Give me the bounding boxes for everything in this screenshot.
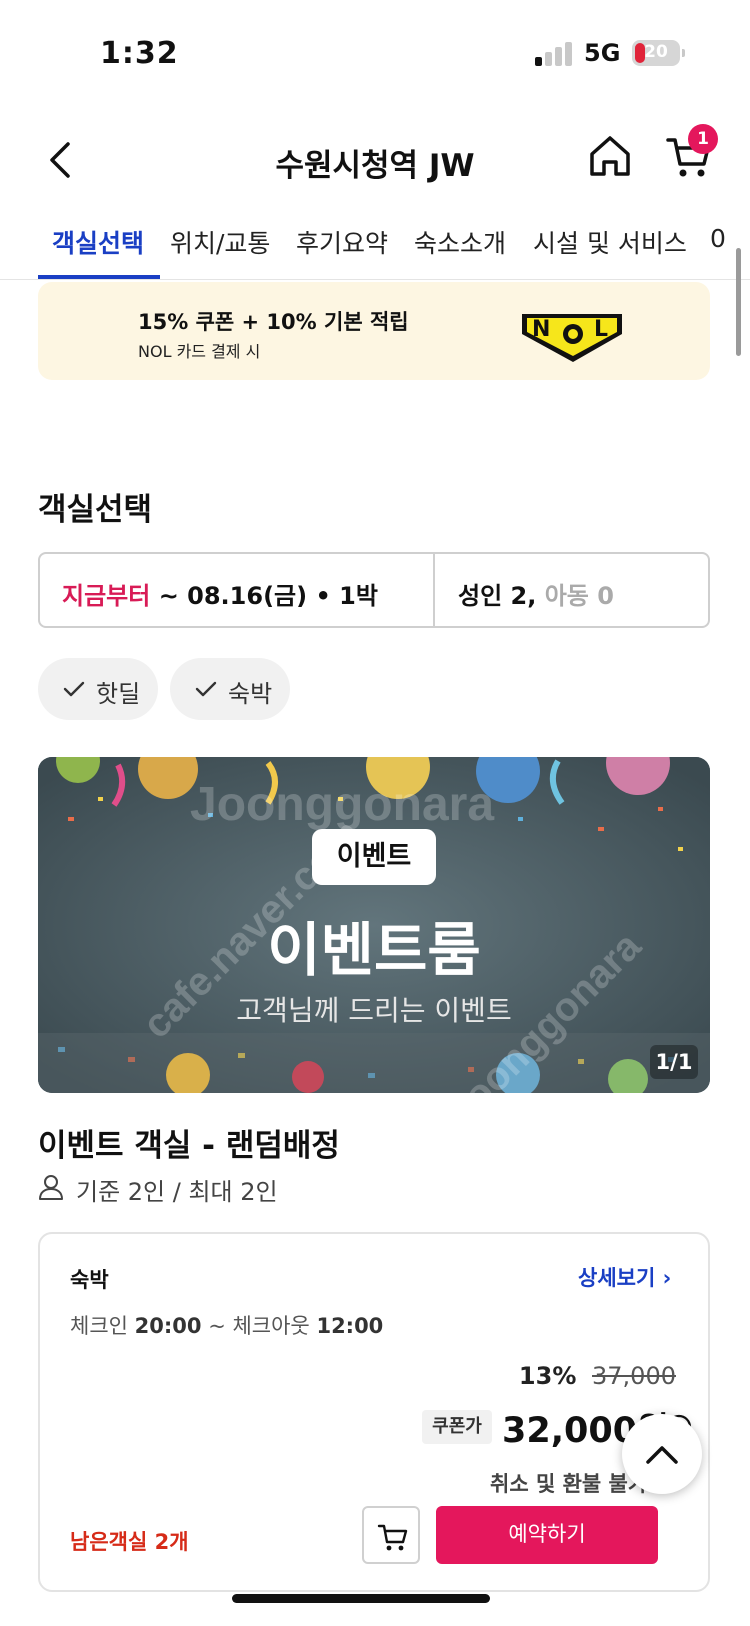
room-name: 이벤트 객실 - 랜덤배정 — [38, 1128, 340, 1164]
rate-card: 숙박 상세보기 › 체크인 20:00 ~ 체크아웃 12:00 13% 37,… — [38, 1232, 710, 1592]
discount-row: 13% 37,000 — [519, 1362, 676, 1390]
active-tab-indicator — [38, 275, 160, 279]
add-to-cart-button[interactable] — [362, 1506, 420, 1564]
discount-percent: 13% — [518, 1362, 577, 1390]
guest-selector[interactable]: 성인 2, 아동 0 — [458, 576, 614, 611]
refund-policy-note: 취소 및 환불 불가 — [490, 1472, 648, 1496]
tab-location[interactable]: 위치/교통 — [170, 224, 270, 260]
date-guest-selector[interactable]: 지금부터 ~ 08.16(금) • 1박 성인 2, 아동 0 — [38, 552, 710, 628]
promo-banner[interactable]: 15% 쿠폰 + 10% 기본 적립 NOL 카드 결제 시 N L — [38, 282, 710, 380]
event-subtitle: 고객님께 드리는 이벤트 — [236, 994, 512, 1027]
nol-logo: N L — [522, 314, 622, 362]
event-title: 이벤트룸 — [267, 916, 481, 984]
home-button[interactable] — [588, 132, 632, 180]
image-counter: 1/1 — [650, 1045, 698, 1079]
battery-icon: 20 — [632, 40, 685, 66]
check-icon — [195, 681, 217, 697]
room-image-carousel[interactable]: Joonggonara cafe.naver.com Joonggonara 이… — [38, 757, 710, 1093]
battery-level: 20 — [644, 42, 668, 62]
event-badge: 이벤트 — [312, 829, 436, 885]
header: 수원시청역 JW — [0, 110, 750, 210]
section-title: 객실선택 — [38, 492, 153, 528]
filter-chip-label: 숙박 — [228, 680, 273, 708]
tab-room-select[interactable]: 객실선택 — [52, 224, 144, 260]
person-icon — [39, 1175, 63, 1200]
rooms-left: 남은객실 2개 — [70, 1530, 189, 1554]
scrollbar[interactable] — [736, 248, 741, 356]
filter-chip-label: 핫딜 — [96, 680, 141, 708]
adults-count: 성인 2, — [458, 582, 537, 610]
date-selector[interactable]: 지금부터 ~ 08.16(금) • 1박 — [62, 576, 378, 611]
reserve-button[interactable]: 예약하기 — [436, 1506, 658, 1564]
home-icon — [590, 136, 630, 176]
scroll-to-top-button[interactable] — [622, 1414, 702, 1494]
promo-headline: 15% 쿠폰 + 10% 기본 적립 — [138, 310, 409, 334]
filter-chip-hotdeal[interactable]: 핫딜 — [38, 658, 158, 720]
checkin-time: 20:00 — [134, 1314, 202, 1338]
promo-subtext: NOL 카드 결제 시 — [138, 342, 261, 361]
filter-chip-stay[interactable]: 숙박 — [170, 658, 290, 720]
date-accent: 지금부터 — [62, 582, 151, 610]
stay-type: 숙박 — [70, 1268, 109, 1292]
tab-review-summary[interactable]: 후기요약 — [296, 224, 388, 260]
tab-facilities[interactable]: 시설 및 서비스 — [533, 224, 687, 260]
cart-icon — [377, 1524, 408, 1551]
original-price: 37,000 — [592, 1362, 676, 1390]
tab-bar: 객실선택 위치/교통 후기요약 숙소소개 시설 및 서비스 0 — [0, 210, 750, 280]
checkin-label: 체크인 — [70, 1314, 128, 1338]
checkout-time: 12:00 — [316, 1314, 384, 1338]
check-times: 체크인 20:00 ~ 체크아웃 12:00 — [70, 1310, 383, 1340]
home-indicator — [232, 1594, 490, 1603]
chevron-up-icon — [646, 1446, 678, 1464]
page-title: 수원시청역 JW — [275, 148, 475, 184]
checkout-label: ~ 체크아웃 — [208, 1314, 310, 1338]
status-bar: 1:32 5G 20 — [0, 0, 750, 100]
signal-icon — [535, 40, 575, 66]
coupon-price-label: 쿠폰가 — [422, 1410, 492, 1444]
detail-link[interactable]: 상세보기 › — [578, 1262, 671, 1292]
check-icon — [63, 681, 85, 697]
occupancy-text: 기준 2인 / 최대 2인 — [76, 1178, 278, 1206]
svg-text:N: N — [532, 317, 550, 342]
date-range: ~ 08.16(금) • 1박 — [158, 582, 378, 610]
network-label: 5G — [584, 39, 621, 67]
svg-text:L: L — [594, 317, 608, 342]
tab-property-intro[interactable]: 숙소소개 — [414, 224, 506, 260]
status-time: 1:32 — [100, 36, 179, 71]
tab-more[interactable]: 0 — [710, 224, 726, 253]
cart-count-badge: 1 — [688, 124, 718, 154]
divider — [433, 554, 435, 626]
children-count: 아동 0 — [544, 582, 614, 610]
